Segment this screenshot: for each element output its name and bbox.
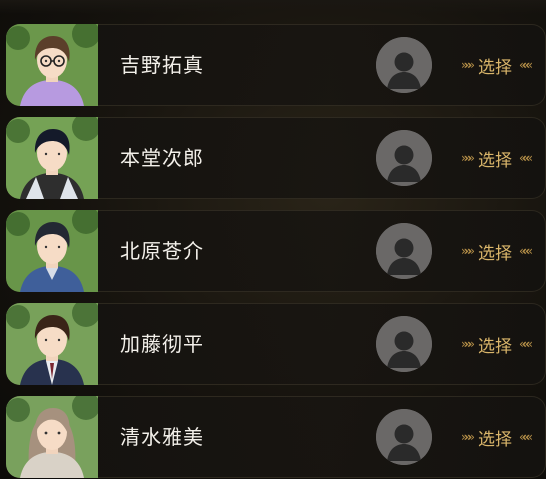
character-name: 本堂次郎 (120, 146, 204, 170)
character-name: 加藤彻平 (120, 332, 204, 356)
player-avatar-placeholder-icon (376, 316, 432, 372)
select-label: 选择 (478, 336, 512, 357)
character-portrait (6, 396, 98, 478)
select-button[interactable]: »»» 选择 ««« (450, 48, 540, 82)
chevrons-left-icon: ««« (519, 337, 533, 351)
character-portrait (6, 24, 98, 106)
select-label: 选择 (478, 429, 512, 450)
chevrons-right-icon: »»» (460, 151, 475, 165)
character-name: 北原苍介 (120, 239, 204, 263)
portrait-art (6, 24, 98, 106)
select-label: 选择 (478, 57, 512, 78)
chevrons-right-icon: »»» (460, 58, 475, 72)
character-portrait (6, 303, 98, 385)
player-avatar-placeholder-icon (376, 37, 432, 93)
select-button[interactable]: »»» 选择 ««« (450, 327, 540, 361)
player-avatar-placeholder-icon (376, 130, 432, 186)
character-name: 清水雅美 (120, 425, 204, 449)
portrait-art (6, 396, 98, 478)
character-portrait (6, 210, 98, 292)
select-button[interactable]: »»» 选择 ««« (450, 234, 540, 268)
character-list: 吉野拓真 »»» 选择 ««« 本堂次郎 »»» 选择 ««« 北原苍介 »»»… (0, 0, 546, 479)
select-label: 选择 (478, 243, 512, 264)
character-row[interactable]: 加藤彻平 »»» 选择 ««« (6, 303, 546, 385)
chevrons-left-icon: ««« (519, 58, 533, 72)
select-button[interactable]: »»» 选择 ««« (450, 420, 540, 454)
character-row[interactable]: 本堂次郎 »»» 选择 ««« (6, 117, 546, 199)
character-name: 吉野拓真 (120, 53, 204, 77)
chevrons-left-icon: ««« (519, 244, 533, 258)
select-button[interactable]: »»» 选择 ««« (450, 141, 540, 175)
character-portrait (6, 117, 98, 199)
character-row[interactable]: 吉野拓真 »»» 选择 ««« (6, 24, 546, 106)
chevrons-left-icon: ««« (519, 430, 533, 444)
portrait-art (6, 117, 98, 199)
chevrons-right-icon: »»» (460, 430, 475, 444)
player-avatar-placeholder-icon (376, 409, 432, 465)
player-avatar-placeholder-icon (376, 223, 432, 279)
chevrons-right-icon: »»» (460, 337, 475, 351)
character-row[interactable]: 北原苍介 »»» 选择 ««« (6, 210, 546, 292)
chevrons-right-icon: »»» (460, 244, 475, 258)
character-row[interactable]: 清水雅美 »»» 选择 ««« (6, 396, 546, 478)
portrait-art (6, 303, 98, 385)
select-label: 选择 (478, 150, 512, 171)
portrait-art (6, 210, 98, 292)
chevrons-left-icon: ««« (519, 151, 533, 165)
